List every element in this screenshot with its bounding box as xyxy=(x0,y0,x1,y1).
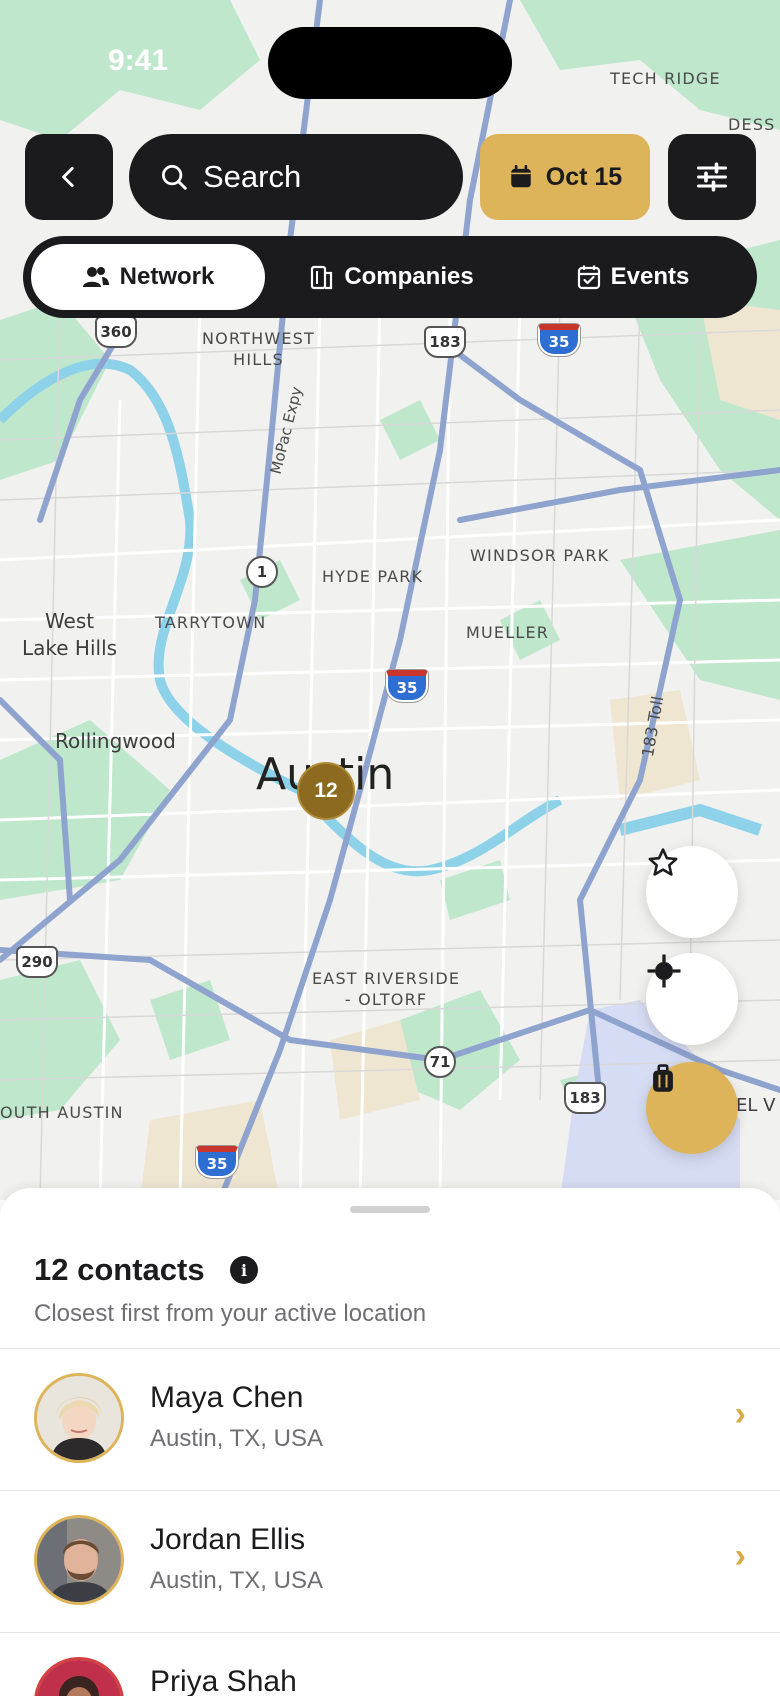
sheet-drag-handle[interactable] xyxy=(350,1206,430,1213)
map-label: MUELLER xyxy=(466,623,550,642)
contacts-sheet: 12 contacts i Closest first from your ac… xyxy=(0,1188,780,1696)
tab-network[interactable]: Network xyxy=(31,244,265,310)
contact-row[interactable]: Jordan Ellis Austin, TX, USA › xyxy=(0,1491,780,1633)
view-tabs: Network Companies Events xyxy=(23,236,757,318)
contact-name: Priya Shah xyxy=(150,1665,297,1696)
contact-location: Austin, TX, USA xyxy=(150,1567,323,1594)
filter-button[interactable] xyxy=(668,134,756,220)
map-label: Rollingwood xyxy=(55,729,176,753)
avatar xyxy=(34,1515,124,1605)
crosshair-icon xyxy=(647,954,681,988)
road-shield: 290 xyxy=(16,946,58,978)
road-shield: 183 xyxy=(564,1082,606,1114)
tab-companies[interactable]: Companies xyxy=(265,244,519,310)
map-label: HYDE PARK xyxy=(322,567,424,586)
info-icon[interactable]: i xyxy=(230,1256,258,1284)
contact-cluster-marker[interactable]: 12 xyxy=(297,762,355,820)
calendar-icon xyxy=(511,164,531,188)
contact-location: Austin, TX, USA xyxy=(150,1425,323,1452)
search-icon xyxy=(162,165,187,190)
back-button[interactable] xyxy=(25,134,113,220)
dynamic-island xyxy=(268,27,512,99)
star-icon xyxy=(648,848,678,876)
locate-me-button[interactable] xyxy=(646,953,738,1045)
contact-row[interactable]: Priya Shah xyxy=(0,1633,780,1696)
calendar-check-icon xyxy=(577,265,600,290)
travel-mode-button[interactable] xyxy=(646,1062,738,1154)
sliders-icon xyxy=(697,162,727,192)
date-picker-button[interactable]: Oct 15 xyxy=(480,134,650,220)
interstate-shield: 35 xyxy=(386,670,428,702)
tab-label: Events xyxy=(610,263,690,290)
interstate-shield: 35 xyxy=(196,1146,238,1178)
people-icon xyxy=(82,267,109,287)
tab-label: Network xyxy=(119,263,215,290)
search-field[interactable]: Search xyxy=(129,134,463,220)
contact-name: Maya Chen xyxy=(150,1381,304,1414)
avatar-photo xyxy=(37,1660,121,1696)
map-label: TARRYTOWN xyxy=(155,613,267,632)
contacts-subtitle: Closest first from your active location xyxy=(34,1300,427,1327)
road-shield: 360 xyxy=(95,316,137,348)
favorites-button[interactable] xyxy=(646,846,738,938)
chevron-right-icon: › xyxy=(734,1395,746,1433)
map-label: NORTHWEST HILLS xyxy=(202,329,315,369)
map-label: WINDSOR PARK xyxy=(470,546,610,565)
chevron-right-icon: › xyxy=(734,1537,746,1575)
road-shield: 71 xyxy=(424,1046,456,1078)
avatar xyxy=(34,1657,124,1696)
road-shield: 183 xyxy=(424,326,466,358)
avatar-photo xyxy=(37,1518,121,1602)
luggage-icon xyxy=(653,1064,673,1092)
map-label: EAST RIVERSIDE - OLTORF xyxy=(312,969,461,1009)
map-label: EL V xyxy=(736,1095,776,1116)
map-label: West Lake Hills xyxy=(22,609,118,660)
map-label: OUTH AUSTIN xyxy=(0,1103,124,1122)
road-shield: 1 xyxy=(246,556,278,588)
map-label: TECH RIDGE xyxy=(610,69,721,88)
interstate-shield: 35 xyxy=(538,324,580,356)
search-placeholder: Search xyxy=(203,159,302,194)
building-icon xyxy=(311,265,333,290)
contacts-count-title: 12 contacts xyxy=(34,1252,205,1287)
contact-name: Jordan Ellis xyxy=(150,1523,306,1556)
date-label: Oct 15 xyxy=(545,162,623,191)
chevron-left-icon xyxy=(62,166,74,188)
status-time: 9:41 xyxy=(108,44,169,77)
avatar-photo xyxy=(37,1376,121,1460)
avatar xyxy=(34,1373,124,1463)
contact-row[interactable]: Maya Chen Austin, TX, USA › xyxy=(0,1349,780,1491)
map-label: DESS xyxy=(728,115,776,134)
tab-label: Companies xyxy=(344,263,474,290)
tab-events[interactable]: Events xyxy=(519,244,747,310)
